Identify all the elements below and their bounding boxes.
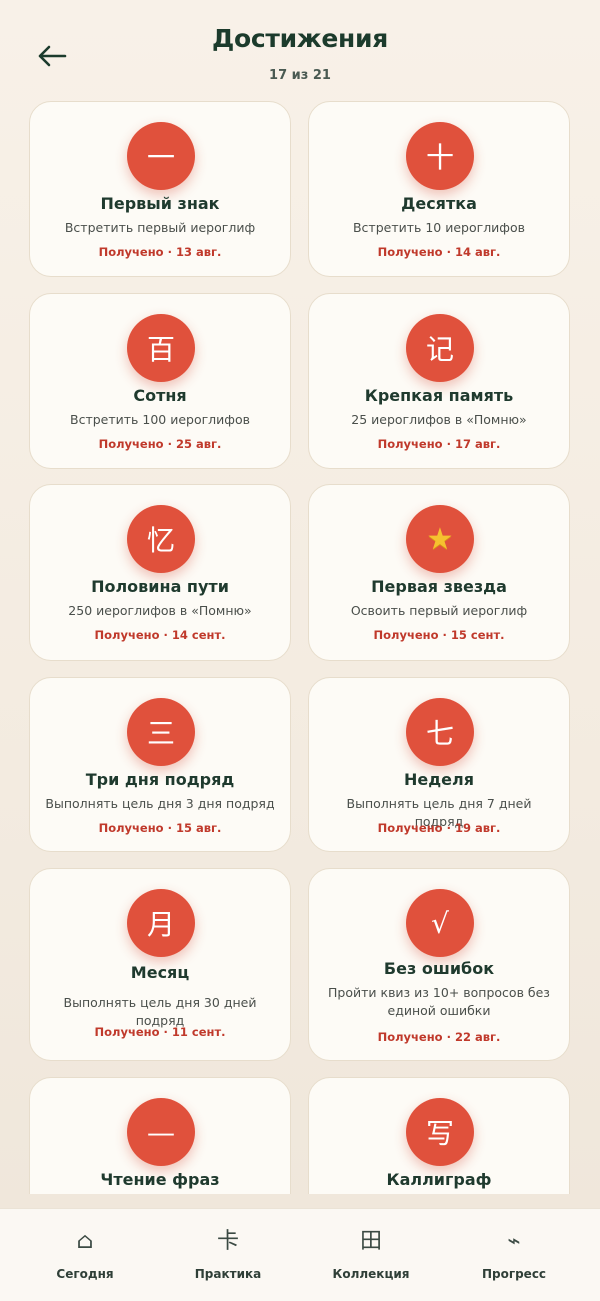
achievement-description: 250 иероглифов в «Помню»: [68, 603, 252, 618]
achievement-title: Сотня: [133, 386, 187, 405]
achievement-badge: √: [406, 889, 474, 957]
achievement-card[interactable]: √ Без ошибок Пройти квиз из 10+ вопросов…: [308, 868, 570, 1061]
achievement-badge: 百: [127, 314, 195, 382]
achievement-title: Месяц: [130, 963, 190, 982]
badge-glyph: 七: [425, 717, 454, 750]
badge-glyph: 一: [146, 141, 175, 174]
page-title: Достижения: [212, 24, 388, 53]
badge-glyph: 记: [425, 333, 454, 366]
nav-item-today[interactable]: ⌂ Сегодня: [10, 1227, 160, 1281]
nav-label: Сегодня: [56, 1267, 114, 1281]
achievement-description: Выполнять цель дня 3 дня подряд: [45, 796, 275, 811]
achievement-description: Встретить 10 иероглифов: [352, 220, 526, 235]
practice-icon: 卡: [216, 1229, 239, 1254]
achievement-title: Чтение фраз: [100, 1170, 220, 1189]
nav-item-practice[interactable]: 卡 Практика: [153, 1227, 303, 1281]
achievement-badge: —: [127, 1098, 195, 1166]
badge-glyph: 忆: [146, 524, 175, 557]
achievement-description: Освоить первый иероглиф: [350, 603, 528, 618]
achievement-card[interactable]: 月 Месяц Выполнять цель дня 30 дней подря…: [29, 868, 291, 1061]
achievement-badge: 写: [406, 1098, 474, 1166]
achievement-badge: 七: [406, 698, 474, 766]
achievement-title: Десятка: [401, 194, 477, 213]
achievement-card[interactable]: 一 Первый знак Встретить первый иероглиф …: [29, 101, 291, 277]
achievement-date: Получено · 13 авг.: [98, 245, 222, 259]
badge-glyph: 十: [425, 141, 454, 174]
achievement-badge: 记: [406, 314, 474, 382]
achievement-date: Получено · 14 сент.: [94, 628, 226, 642]
achievement-date: Получено · 11 сент.: [94, 1025, 226, 1039]
achievement-description: Встретить 100 иероглифов: [70, 412, 250, 427]
achievement-card[interactable]: 十 Десятка Встретить 10 иероглифов Получе…: [308, 101, 570, 277]
achievement-card[interactable]: 三 Три дня подряд Выполнять цель дня 3 дн…: [29, 677, 291, 852]
achievement-title: Каллиграф: [386, 1170, 492, 1189]
achievement-title: Крепкая память: [364, 386, 514, 405]
check-icon: √: [431, 906, 449, 940]
bottom-nav: ⌂ Сегодня 卡 Практика 田 Коллекция ⌁ Прогр…: [0, 1208, 600, 1301]
badge-glyph: 写: [425, 1117, 454, 1150]
collection-icon: 田: [359, 1229, 382, 1254]
achievement-card[interactable]: 写 Каллиграф: [308, 1077, 570, 1194]
achievements-counter: 17 из 21: [269, 68, 331, 83]
achievement-description: Пройти квиз из 10+ вопросов без единой о…: [328, 985, 550, 1018]
achievement-title: Половина пути: [91, 577, 229, 596]
achievement-date: Получено · 14 авг.: [377, 245, 501, 259]
achievement-description: Встретить первый иероглиф: [64, 220, 256, 235]
achievement-date: Получено · 17 авг.: [377, 437, 501, 451]
achievements-grid[interactable]: 一 Первый знак Встретить первый иероглиф …: [0, 100, 600, 1194]
achievement-card[interactable]: 记 Крепкая память 25 иероглифов в «Помню»…: [308, 293, 570, 469]
nav-label: Прогресс: [481, 1267, 547, 1281]
nav-item-collection[interactable]: 田 Коллекция: [296, 1227, 446, 1281]
achievement-badge: 一: [127, 122, 195, 190]
achievement-date: Получено · 15 сент.: [373, 628, 505, 642]
achievement-date: Получено · 15 авг.: [98, 821, 222, 835]
achievement-card[interactable]: 忆 Половина пути 250 иероглифов в «Помню»…: [29, 484, 291, 661]
achievement-badge: 十: [406, 122, 474, 190]
badge-glyph: 百: [146, 333, 175, 366]
achievement-date: Получено · 19 авг.: [377, 821, 501, 835]
achievement-title: Без ошибок: [383, 959, 495, 978]
achievement-card[interactable]: 百 Сотня Встретить 100 иероглифов Получен…: [29, 293, 291, 469]
achievement-title: Первая звезда: [371, 577, 507, 596]
achievement-card[interactable]: — Чтение фраз: [29, 1077, 291, 1194]
achievement-badge: 忆: [127, 505, 195, 573]
nav-item-progress[interactable]: ⌁ Прогресс: [439, 1227, 589, 1281]
achievement-date: Получено · 25 авг.: [98, 437, 222, 451]
achievement-badge: 月: [127, 889, 195, 957]
nav-label: Практика: [194, 1267, 262, 1281]
badge-glyph: 月: [146, 908, 175, 941]
achievement-title: Первый знак: [100, 194, 220, 213]
badge-glyph: 三: [146, 717, 175, 750]
achievement-card[interactable]: ★ Первая звезда Освоить первый иероглиф …: [308, 484, 570, 661]
nav-label: Коллекция: [332, 1267, 410, 1281]
star-icon: ★: [426, 521, 454, 557]
achievement-badge: 三: [127, 698, 195, 766]
badge-glyph: —: [147, 1115, 175, 1149]
achievement-description: 25 иероглифов в «Помню»: [351, 412, 527, 427]
achievement-badge: ★: [406, 505, 474, 573]
achievement-title: Неделя: [403, 770, 474, 789]
header: Достижения 17 из 21: [0, 0, 600, 100]
achievement-date: Получено · 22 авг.: [377, 1030, 501, 1044]
achievement-card[interactable]: 七 Неделя Выполнять цель дня 7 дней подря…: [308, 677, 570, 852]
achievement-title: Три дня подряд: [85, 770, 235, 789]
home-icon: ⌂: [76, 1229, 94, 1254]
progress-icon: ⌁: [507, 1229, 521, 1254]
